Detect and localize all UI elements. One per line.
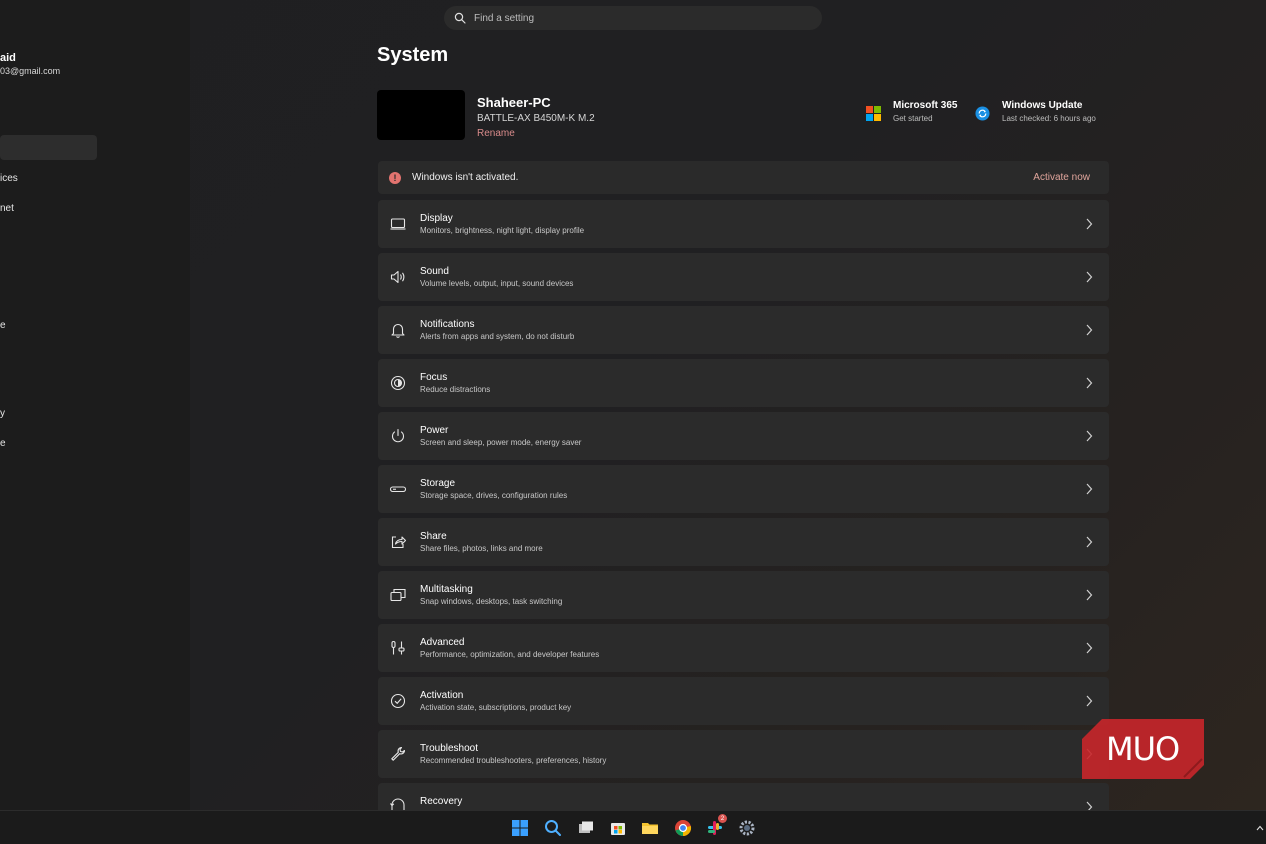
activation-message: Windows isn't activated.	[412, 172, 519, 183]
setting-title: Power	[420, 425, 449, 436]
bell-icon	[391, 323, 405, 338]
search-icon	[454, 12, 466, 24]
sidebar: aid 03@gmail.com ices net e y e	[0, 0, 190, 810]
setting-description: Snap windows, desktops, task switching	[420, 597, 563, 606]
chevron-right-icon	[1086, 218, 1093, 230]
task-view-icon[interactable]	[577, 819, 595, 837]
setting-share[interactable]: Share Share files, photos, links and mor…	[378, 518, 1109, 566]
windows-update-link[interactable]: Windows Update Last checked: 6 hours ago	[975, 100, 1096, 123]
setting-description: Activation state, subscriptions, product…	[420, 703, 572, 712]
chevron-right-icon	[1086, 695, 1093, 707]
setting-title: Advanced	[420, 637, 465, 648]
setting-title: Multitasking	[420, 584, 473, 595]
microsoft-365-title: Microsoft 365	[893, 100, 958, 111]
setting-power[interactable]: Power Screen and sleep, power mode, ener…	[378, 412, 1109, 460]
setting-title: Sound	[420, 266, 449, 277]
chevron-right-icon	[1086, 642, 1093, 654]
windows-start-icon[interactable]	[511, 819, 529, 837]
setting-title: Notifications	[420, 319, 475, 330]
device-thumbnail	[377, 90, 465, 140]
wrench-icon	[391, 746, 406, 761]
setting-title: Focus	[420, 372, 448, 383]
setting-focus[interactable]: Focus Reduce distractions	[378, 359, 1109, 407]
sidebar-item-devices[interactable]: ices	[0, 173, 18, 184]
account-email: 03@gmail.com	[0, 66, 61, 76]
multitasking-icon	[390, 588, 406, 602]
microsoft-logo-icon	[866, 106, 881, 121]
setting-description: Share files, photos, links and more	[420, 544, 543, 553]
storage-icon	[389, 486, 407, 493]
setting-description: Screen and sleep, power mode, energy sav…	[420, 438, 582, 447]
chevron-right-icon	[1086, 589, 1093, 601]
microsoft-store-icon[interactable]	[609, 819, 627, 837]
setting-description: Performance, optimization, and developer…	[420, 650, 600, 659]
page-title: System	[377, 44, 449, 66]
taskbar: 2	[0, 810, 1266, 844]
setting-troubleshoot[interactable]: Troubleshoot Recommended troubleshooters…	[378, 730, 1109, 778]
sidebar-item-privacy-security[interactable]: y	[0, 408, 5, 419]
speaker-icon	[390, 270, 405, 284]
setting-sound[interactable]: Sound Volume levels, output, input, soun…	[378, 253, 1109, 301]
file-explorer-icon[interactable]	[641, 819, 659, 837]
setting-title: Display	[420, 213, 453, 224]
check-circle-icon	[390, 693, 406, 709]
search-box[interactable]	[444, 6, 822, 30]
chevron-right-icon	[1086, 324, 1093, 336]
microsoft-365-link[interactable]: Microsoft 365 Get started	[866, 100, 957, 123]
sidebar-item-time-language[interactable]: e	[0, 320, 6, 331]
setting-title: Troubleshoot	[420, 743, 478, 754]
windows-update-title: Windows Update	[1002, 100, 1083, 111]
chevron-right-icon	[1086, 430, 1093, 442]
account-name: aid	[0, 52, 16, 64]
focus-icon	[390, 375, 406, 391]
windows-update-subtitle: Last checked: 6 hours ago	[1002, 114, 1096, 123]
chevron-right-icon	[1086, 271, 1093, 283]
setting-title: Storage	[420, 478, 456, 489]
setting-description: Monitors, brightness, night light, displ…	[420, 226, 585, 235]
setting-recovery[interactable]: Recovery	[378, 783, 1109, 813]
activate-now-link[interactable]: Activate now	[1033, 172, 1090, 183]
search-input[interactable]	[474, 12, 794, 24]
display-icon	[390, 218, 406, 230]
setting-multitasking[interactable]: Multitasking Snap windows, desktops, tas…	[378, 571, 1109, 619]
setting-display[interactable]: Display Monitors, brightness, night ligh…	[378, 200, 1109, 248]
setting-title: Share	[420, 531, 447, 542]
chevron-right-icon	[1086, 536, 1093, 548]
chrome-icon[interactable]	[674, 819, 692, 837]
share-icon	[391, 536, 407, 549]
notification-badge: 2	[718, 814, 727, 823]
setting-storage[interactable]: Storage Storage space, drives, configura…	[378, 465, 1109, 513]
setting-description: Reduce distractions	[420, 385, 491, 394]
microsoft-365-subtitle: Get started	[893, 114, 933, 123]
advanced-icon	[391, 640, 405, 655]
muo-watermark-text: MUO	[1106, 730, 1180, 768]
sidebar-item-network[interactable]: net	[0, 203, 14, 214]
sidebar-item-windows-update[interactable]: e	[0, 438, 6, 449]
setting-advanced[interactable]: Advanced Performance, optimization, and …	[378, 624, 1109, 672]
windows-update-icon	[975, 106, 990, 121]
device-model: BATTLE-AX B450M-K M.2	[477, 113, 595, 124]
chevron-up-icon[interactable]	[1256, 825, 1264, 831]
rename-link[interactable]: Rename	[477, 128, 515, 139]
settings-gear-icon[interactable]	[738, 819, 756, 837]
setting-activation[interactable]: Activation Activation state, subscriptio…	[378, 677, 1109, 725]
setting-description: Recommended troubleshooters, preferences…	[420, 756, 607, 765]
sidebar-item-system-selected[interactable]	[0, 135, 97, 160]
power-icon	[392, 428, 404, 443]
chevron-right-icon	[1086, 483, 1093, 495]
activation-banner: ! Windows isn't activated. Activate now	[378, 161, 1109, 194]
setting-description: Volume levels, output, input, sound devi…	[420, 279, 574, 288]
setting-title: Activation	[420, 690, 464, 701]
setting-description: Alerts from apps and system, do not dist…	[420, 332, 575, 341]
setting-description: Storage space, drives, configuration rul…	[420, 491, 568, 500]
chevron-right-icon	[1086, 377, 1093, 389]
warning-icon: !	[389, 171, 401, 184]
taskbar-search-icon[interactable]	[544, 819, 562, 837]
setting-notifications[interactable]: Notifications Alerts from apps and syste…	[378, 306, 1109, 354]
device-name: Shaheer-PC	[477, 95, 551, 110]
setting-title: Recovery	[420, 796, 463, 807]
